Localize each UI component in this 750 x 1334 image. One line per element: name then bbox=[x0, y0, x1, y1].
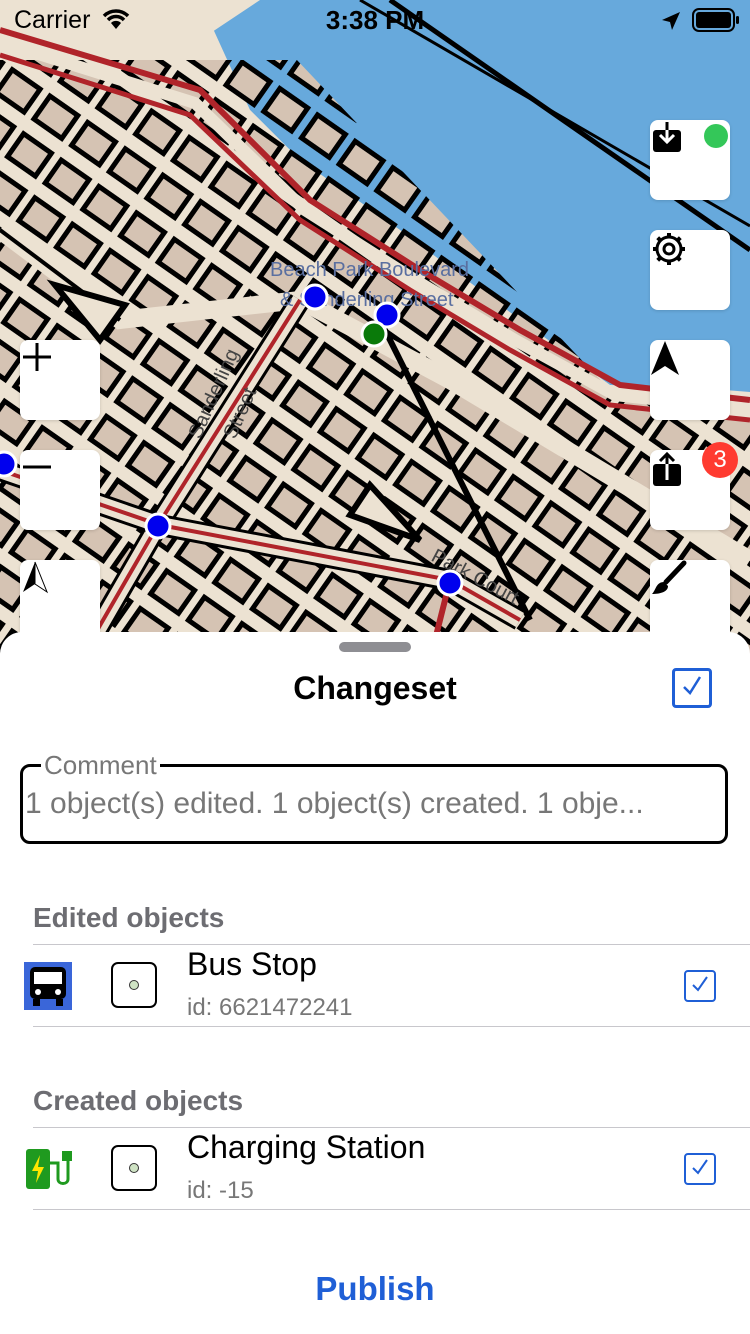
map-node[interactable] bbox=[0, 450, 18, 478]
checkmark-icon bbox=[690, 1157, 710, 1182]
map-node-selected[interactable] bbox=[360, 320, 388, 348]
publish-button[interactable]: Publish bbox=[0, 1270, 750, 1308]
display-style-button[interactable] bbox=[650, 560, 730, 640]
comment-field[interactable]: Comment 1 object(s) edited. 1 object(s) … bbox=[20, 750, 728, 844]
section-header-created: Created objects bbox=[33, 1085, 244, 1116]
divider bbox=[33, 1127, 750, 1128]
bus-icon bbox=[24, 962, 72, 1010]
map-label-road1-line1: Beach Park Boulevard bbox=[270, 259, 469, 281]
comment-label: Comment bbox=[41, 750, 160, 781]
comment-input[interactable]: 1 object(s) edited. 1 object(s) created.… bbox=[25, 787, 725, 821]
map-node[interactable] bbox=[301, 283, 329, 311]
item-checkbox[interactable] bbox=[684, 970, 716, 1002]
download-button[interactable] bbox=[650, 120, 730, 200]
center-location-button[interactable] bbox=[650, 340, 730, 420]
map-canvas[interactable]: Beach Park Boulevard & Sanderling Street… bbox=[0, 0, 750, 660]
map-node[interactable] bbox=[436, 569, 464, 597]
point-geometry-icon bbox=[111, 962, 157, 1008]
clock: 3:38 PM bbox=[325, 5, 425, 35]
changeset-sheet: Changeset Comment 1 object(s) edited. 1 … bbox=[0, 632, 750, 1334]
charging-station-icon bbox=[24, 1145, 74, 1193]
map-view[interactable]: Beach Park Boulevard & Sanderling Street… bbox=[0, 0, 750, 660]
map-node[interactable] bbox=[144, 512, 172, 540]
item-checkbox[interactable] bbox=[684, 1153, 716, 1185]
upload-count-badge: 3 bbox=[702, 442, 738, 478]
item-id: id: 6621472241 bbox=[187, 994, 353, 1021]
settings-button[interactable] bbox=[650, 230, 730, 310]
divider bbox=[33, 1209, 750, 1210]
item-title: Bus Stop bbox=[187, 946, 317, 982]
checkmark-icon bbox=[680, 674, 704, 703]
point-geometry-icon bbox=[111, 1145, 157, 1191]
checkmark-icon bbox=[690, 974, 710, 999]
sheet-grabber[interactable] bbox=[339, 642, 411, 652]
sheet-title: Changeset bbox=[293, 670, 457, 706]
zoom-out-button[interactable] bbox=[20, 450, 100, 530]
zoom-in-button[interactable] bbox=[20, 340, 100, 420]
item-title: Charging Station bbox=[187, 1129, 426, 1165]
section-header-edited: Edited objects bbox=[33, 902, 225, 933]
download-status-dot bbox=[704, 124, 728, 148]
compass-button[interactable] bbox=[20, 560, 100, 640]
divider bbox=[33, 1026, 750, 1027]
divider bbox=[33, 944, 750, 945]
select-all-checkbox[interactable] bbox=[672, 668, 712, 708]
upload-button[interactable]: 3 bbox=[650, 442, 738, 530]
item-id: id: -15 bbox=[187, 1177, 254, 1204]
status-bar: Carrier 3:38 PM bbox=[0, 0, 750, 42]
